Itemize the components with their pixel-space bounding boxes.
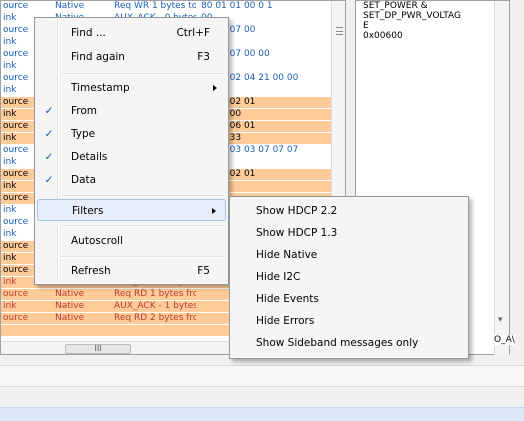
table-cell-dir: ource xyxy=(3,1,29,11)
table-cell-dir: ink xyxy=(3,301,17,311)
table-cell-det: Req WR 1 bytes to ... xyxy=(114,1,196,11)
menu-item-from[interactable]: ✓ From xyxy=(37,100,226,122)
menu-item-details[interactable]: ✓ Details xyxy=(37,146,226,168)
submenu-item-hide-errors[interactable]: Hide Errors xyxy=(232,310,466,332)
menu-item-filters[interactable]: Filters xyxy=(37,199,226,221)
table-cell-type: Native xyxy=(55,289,85,299)
submenu-item-label: Show Sideband messages only xyxy=(256,337,419,349)
submenu-item-hide-events[interactable]: Hide Events xyxy=(232,288,466,310)
scrollbar-grip-icon[interactable] xyxy=(336,27,343,35)
checkmark-icon: ✓ xyxy=(44,128,54,140)
submenu-item-label: Show HDCP 1.3 xyxy=(256,227,338,239)
table-cell-data: 80 01 01 00 0 1 xyxy=(201,1,273,11)
submenu-item-label: Hide Events xyxy=(256,293,319,305)
submenu-item-label: Hide I2C xyxy=(256,271,301,283)
menu-item-label: Type xyxy=(71,128,96,140)
checkmark-icon: ✓ xyxy=(44,174,54,186)
menu-item-refresh[interactable]: Refresh F5 xyxy=(37,260,226,282)
submenu-item-hide-native[interactable]: Hide Native xyxy=(232,244,466,266)
menu-item-label: Filters xyxy=(72,205,104,217)
submenu-item-label: Show HDCP 2.2 xyxy=(256,205,338,217)
checkmark-icon: ✓ xyxy=(44,151,54,163)
menu-item-data[interactable]: ✓ Data xyxy=(37,169,226,191)
menu-separator xyxy=(61,73,224,75)
submenu-item-hide-i2c[interactable]: Hide I2C xyxy=(232,266,466,288)
menu-item-type[interactable]: ✓ Type xyxy=(37,123,226,145)
menu-item-autoscroll[interactable]: Autoscroll xyxy=(37,230,226,252)
details-scrollbar[interactable]: ▾ xyxy=(494,1,509,355)
bottom-bar xyxy=(0,407,524,421)
menu-item-label: Refresh xyxy=(71,265,111,277)
table-cell-det: Req RD 2 bytes fro... xyxy=(114,313,196,323)
details-cut-text: O_A\ xyxy=(494,335,515,345)
table-cell-dir: ource xyxy=(3,289,29,299)
menu-item-label: Find again xyxy=(71,51,125,63)
menu-item-shortcut: F5 xyxy=(197,265,210,277)
checkmark-icon: ✓ xyxy=(44,105,54,117)
table-cell-det: AUX_ACK - 1 bytes xyxy=(114,301,196,311)
table-row[interactable]: ource Native Req WR 1 bytes to ... 80 01 01… xyxy=(1,1,331,12)
menu-item-timestamp[interactable]: Timestamp xyxy=(37,77,226,99)
menu-item-label: Autoscroll xyxy=(71,235,123,247)
details-text: SET_POWER & SET_DP_PWR_VOLTAG E 0x00600 xyxy=(363,1,461,41)
table-cell-type: Native xyxy=(55,1,85,11)
menu-item-label: Find ... xyxy=(71,27,106,39)
table-cell-type: Native xyxy=(55,313,85,323)
submenu-item-label: Hide Native xyxy=(256,249,318,261)
filters-submenu: Show HDCP 2.2 Show HDCP 1.3 Hide Native … xyxy=(229,196,469,359)
table-cell-det: Req RD 1 bytes fro... xyxy=(114,289,196,299)
menu-item-label: From xyxy=(71,105,98,117)
horizontal-scroll-thumb[interactable]: III xyxy=(65,344,131,354)
status-strip xyxy=(0,365,524,387)
menu-separator xyxy=(61,256,224,258)
table-cell-dir: ource xyxy=(3,313,29,323)
scroll-down-arrow-icon[interactable]: ▾ xyxy=(498,315,503,325)
menu-item-shortcut: Ctrl+F xyxy=(176,27,210,39)
submenu-item-label: Hide Errors xyxy=(256,315,315,327)
submenu-item-show-sideband[interactable]: Show Sideband messages only xyxy=(232,332,466,354)
submenu-item-show-hdcp-1-3[interactable]: Show HDCP 1.3 xyxy=(232,222,466,244)
menu-item-label: Data xyxy=(71,174,97,186)
submenu-item-show-hdcp-2-2[interactable]: Show HDCP 2.2 xyxy=(232,200,466,222)
menu-item-label: Details xyxy=(71,151,108,163)
menu-item-label: Timestamp xyxy=(71,82,130,94)
table-cell-type: Native xyxy=(55,301,85,311)
submenu-arrow-icon xyxy=(213,85,217,91)
menu-separator xyxy=(61,195,224,197)
menu-item-shortcut: F3 xyxy=(197,51,210,63)
menu-item-find-again[interactable]: Find again F3 xyxy=(37,46,226,68)
submenu-arrow-icon xyxy=(212,208,216,214)
menu-separator xyxy=(61,225,224,227)
context-menu: Find ... Ctrl+F Find again F3 Timestamp … xyxy=(34,17,229,285)
menu-item-find[interactable]: Find ... Ctrl+F xyxy=(37,22,226,44)
